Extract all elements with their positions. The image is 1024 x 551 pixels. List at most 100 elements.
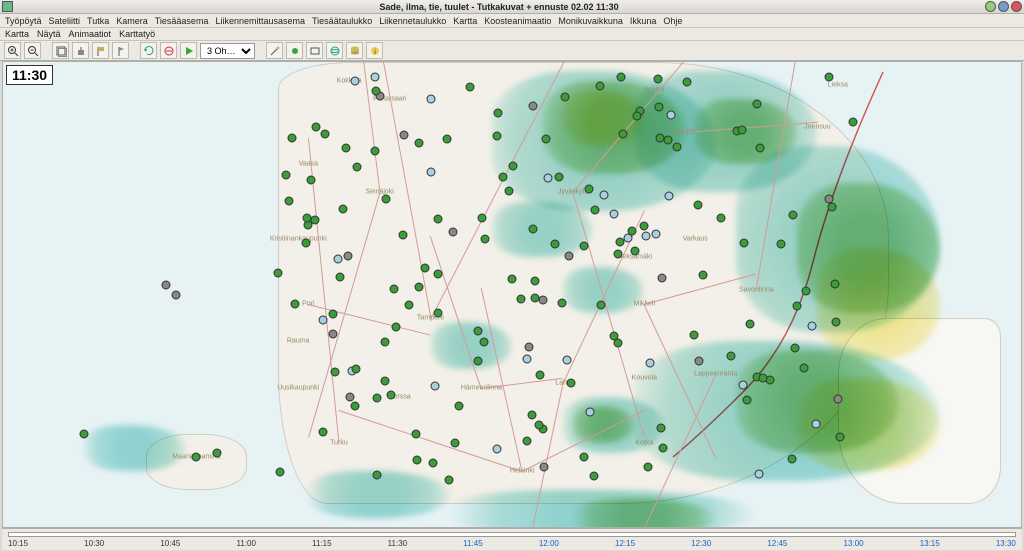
weather-station[interactable] bbox=[405, 300, 414, 309]
main-menubar[interactable]: TyöpöytäSateliittiTutkaKameraTiesääasema… bbox=[0, 14, 1024, 28]
weather-station[interactable] bbox=[529, 102, 538, 111]
weather-station[interactable] bbox=[276, 467, 285, 476]
close-button[interactable] bbox=[1011, 1, 1022, 12]
tool-layers-button[interactable] bbox=[52, 42, 69, 59]
weather-station[interactable] bbox=[479, 338, 488, 347]
weather-station[interactable] bbox=[831, 318, 840, 327]
timeline-tick[interactable]: 11:30 bbox=[388, 539, 407, 551]
weather-station[interactable] bbox=[639, 221, 648, 230]
weather-station[interactable] bbox=[399, 130, 408, 139]
weather-station[interactable] bbox=[560, 93, 569, 102]
weather-station[interactable] bbox=[430, 382, 439, 391]
weather-station[interactable] bbox=[619, 129, 628, 138]
weather-station[interactable] bbox=[641, 232, 650, 241]
weather-station[interactable] bbox=[610, 209, 619, 218]
timeline-tick[interactable]: 13:00 bbox=[844, 539, 864, 551]
weather-station[interactable] bbox=[443, 135, 452, 144]
weather-station[interactable] bbox=[534, 421, 543, 430]
weather-station[interactable] bbox=[319, 315, 328, 324]
weather-station[interactable] bbox=[508, 274, 517, 283]
weather-station[interactable] bbox=[830, 280, 839, 289]
weather-station[interactable] bbox=[652, 230, 661, 239]
play-button[interactable] bbox=[180, 42, 197, 59]
weather-station[interactable] bbox=[580, 242, 589, 251]
weather-station[interactable] bbox=[580, 453, 589, 462]
weather-station[interactable] bbox=[694, 357, 703, 366]
weather-station[interactable] bbox=[381, 194, 390, 203]
weather-station[interactable] bbox=[321, 130, 330, 139]
menu-item-6[interactable]: Tiesäätaulukko bbox=[310, 16, 374, 26]
weather-station[interactable] bbox=[758, 374, 767, 383]
weather-station[interactable] bbox=[192, 453, 201, 462]
weather-station[interactable] bbox=[653, 75, 662, 84]
weather-station[interactable] bbox=[528, 224, 537, 233]
weather-station[interactable] bbox=[646, 358, 655, 367]
weather-station[interactable] bbox=[672, 143, 681, 152]
weather-station[interactable] bbox=[444, 475, 453, 484]
weather-station[interactable] bbox=[352, 162, 361, 171]
weather-station[interactable] bbox=[273, 269, 282, 278]
weather-station[interactable] bbox=[790, 343, 799, 352]
map-canvas[interactable]: PietarsaariKokkolaVaasaSeinäjokiJyväskyl… bbox=[3, 62, 1021, 527]
weather-station[interactable] bbox=[643, 463, 652, 472]
weather-station[interactable] bbox=[542, 135, 551, 144]
menu-item-10[interactable]: Monikuvaikkuna bbox=[556, 16, 625, 26]
weather-station[interactable] bbox=[694, 201, 703, 210]
timeline-tick[interactable]: 13:15 bbox=[920, 539, 940, 551]
weather-station[interactable] bbox=[336, 272, 345, 281]
weather-station[interactable] bbox=[343, 251, 352, 260]
weather-station[interactable] bbox=[551, 239, 560, 248]
weather-station[interactable] bbox=[413, 455, 422, 464]
timeline-tick[interactable]: 12:00 bbox=[539, 539, 559, 551]
weather-station[interactable] bbox=[386, 391, 395, 400]
weather-station[interactable] bbox=[716, 213, 725, 222]
weather-station[interactable] bbox=[825, 72, 834, 81]
weather-station[interactable] bbox=[371, 147, 380, 156]
weather-station[interactable] bbox=[659, 443, 668, 452]
weather-station[interactable] bbox=[595, 81, 604, 90]
weather-station[interactable] bbox=[777, 239, 786, 248]
weather-station[interactable] bbox=[433, 269, 442, 278]
weather-station[interactable] bbox=[566, 378, 575, 387]
submenu-item-3[interactable]: Karttatyö bbox=[117, 29, 157, 39]
timeline-tick[interactable]: 11:45 bbox=[463, 539, 482, 551]
weather-station[interactable] bbox=[455, 402, 464, 411]
weather-station[interactable] bbox=[590, 472, 599, 481]
weather-station[interactable] bbox=[290, 300, 299, 309]
weather-station[interactable] bbox=[392, 322, 401, 331]
weather-station[interactable] bbox=[726, 352, 735, 361]
weather-station[interactable] bbox=[329, 329, 338, 338]
weather-station[interactable] bbox=[739, 238, 748, 247]
weather-station[interactable] bbox=[351, 364, 360, 373]
weather-station[interactable] bbox=[562, 356, 571, 365]
weather-station[interactable] bbox=[428, 458, 437, 467]
weather-station[interactable] bbox=[161, 281, 170, 290]
tool-db-button[interactable] bbox=[346, 42, 363, 59]
weather-station[interactable] bbox=[616, 73, 625, 82]
weather-station[interactable] bbox=[807, 322, 816, 331]
weather-station[interactable] bbox=[585, 408, 594, 417]
weather-station[interactable] bbox=[824, 194, 833, 203]
weather-station[interactable] bbox=[412, 429, 421, 438]
tool-globe-button[interactable] bbox=[326, 42, 343, 59]
timeline-tick[interactable]: 12:45 bbox=[767, 539, 787, 551]
submenu-item-0[interactable]: Kartta bbox=[3, 29, 31, 39]
timeline-track[interactable] bbox=[8, 532, 1016, 537]
weather-station[interactable] bbox=[746, 320, 755, 329]
weather-station[interactable] bbox=[420, 263, 429, 272]
weather-station[interactable] bbox=[372, 470, 381, 479]
weather-station[interactable] bbox=[788, 455, 797, 464]
weather-station[interactable] bbox=[448, 228, 457, 237]
weather-station[interactable] bbox=[371, 87, 380, 96]
weather-station[interactable] bbox=[370, 73, 379, 82]
weather-station[interactable] bbox=[342, 144, 351, 153]
timeline-tick[interactable]: 13:30 bbox=[996, 539, 1016, 551]
weather-station[interactable] bbox=[689, 330, 698, 339]
weather-station[interactable] bbox=[306, 175, 315, 184]
timeline-tick[interactable]: 12:30 bbox=[691, 539, 711, 551]
weather-station[interactable] bbox=[434, 308, 443, 317]
weather-station[interactable] bbox=[372, 393, 381, 402]
tool-draw-button[interactable] bbox=[266, 42, 283, 59]
weather-station[interactable] bbox=[531, 276, 540, 285]
weather-station[interactable] bbox=[499, 172, 508, 181]
